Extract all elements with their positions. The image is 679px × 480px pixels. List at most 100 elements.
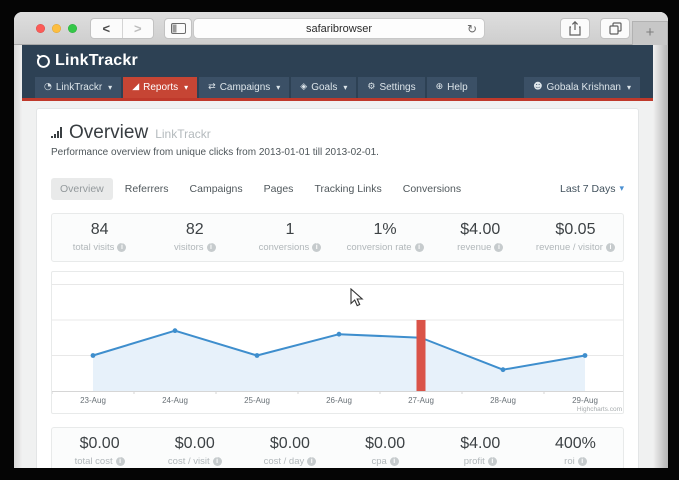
stat-label: cost / day <box>264 456 305 467</box>
nav-item-label: Settings <box>379 77 415 98</box>
stat-value: $0.00 <box>147 435 242 453</box>
info-icon[interactable]: i <box>606 243 615 252</box>
zoom-window-button[interactable] <box>68 24 77 33</box>
nav-item-campaigns[interactable]: ⇄Campaigns▾ <box>199 77 289 98</box>
svg-text:25-Aug: 25-Aug <box>244 396 270 405</box>
stat-value: $0.00 <box>52 435 147 453</box>
chevron-down-icon: ▾ <box>184 77 188 98</box>
stat-label: cpa <box>371 456 386 467</box>
stat-label: total visits <box>73 242 115 253</box>
tab-pages[interactable]: Pages <box>255 178 303 200</box>
address-bar[interactable]: safaribrowser ↻ <box>193 18 485 39</box>
visits-chart-svg: 23-Aug24-Aug25-Aug26-Aug27-Aug28-Aug29-A… <box>52 272 624 413</box>
show-tabs-button[interactable] <box>600 18 630 39</box>
stat-revenue: $4.00 revenuei <box>433 221 528 253</box>
share-button[interactable] <box>560 18 590 39</box>
svg-text:27-Aug: 27-Aug <box>408 396 434 405</box>
info-icon[interactable]: i <box>116 457 125 466</box>
tab-campaigns[interactable]: Campaigns <box>181 178 252 200</box>
help-icon: ⊕ <box>436 77 444 98</box>
chevron-down-icon: ▾ <box>619 184 624 194</box>
stat-conversions: 1conversionsi <box>242 221 337 253</box>
stat-revenue-visitor: $0.05revenue / visitori <box>528 221 623 253</box>
nav-item-linktrackr[interactable]: ◔LinkTrackr▾ <box>35 77 121 98</box>
info-icon[interactable]: i <box>578 457 587 466</box>
tab-referrers[interactable]: Referrers <box>116 178 178 200</box>
stat-label: cost / visit <box>168 456 210 467</box>
stat-value: $0.00 <box>242 435 337 453</box>
tab-tracking-links[interactable]: Tracking Links <box>305 178 390 200</box>
stat-value: 1 <box>242 221 337 239</box>
site-header: LinkTrackr <box>22 45 653 76</box>
sidebar-toggle-button[interactable] <box>164 18 192 39</box>
tab-conversions[interactable]: Conversions <box>394 178 470 200</box>
webpage: LinkTrackr ◔LinkTrackr▾◢Reports▾⇄Campaig… <box>22 45 653 468</box>
forward-button[interactable]: > <box>123 19 154 38</box>
stat-total-visits: 84 total visitsi <box>52 221 147 253</box>
minimize-window-button[interactable] <box>52 24 61 33</box>
reload-icon[interactable]: ↻ <box>467 19 477 39</box>
nav-item-settings[interactable]: ⚙Settings <box>358 77 424 98</box>
user-menu-gobala-krishnan[interactable]: ☻Gobala Krishnan ▾ <box>524 77 640 98</box>
nav-item-label: Campaigns <box>220 77 271 98</box>
info-icon[interactable]: i <box>213 457 222 466</box>
stat-value: 84 <box>52 221 147 239</box>
info-icon[interactable]: i <box>207 243 216 252</box>
goal-icon: ◈ <box>300 77 307 98</box>
info-icon[interactable]: i <box>494 243 503 252</box>
stat-total-cost: $0.00 total costi <box>52 435 147 467</box>
info-icon[interactable]: i <box>415 243 424 252</box>
date-range-selector[interactable]: Last 7 Days ▾ <box>560 183 624 195</box>
logo-text: LinkTrackr <box>55 52 138 70</box>
chevron-down-icon: ▾ <box>627 77 631 98</box>
linktrackr-logo-icon <box>35 53 51 69</box>
close-window-button[interactable] <box>36 24 45 33</box>
stat-roi: 400%roii <box>528 435 623 467</box>
stat-label: roi <box>564 456 575 467</box>
info-icon[interactable]: i <box>488 457 497 466</box>
svg-text:Highcharts.com: Highcharts.com <box>577 406 622 413</box>
stat-visitors: 82 visitorsi <box>147 221 242 253</box>
date-range-label: Last 7 Days <box>560 183 615 195</box>
window-edge <box>14 45 22 468</box>
stat-value: 82 <box>147 221 242 239</box>
stat-cpa: $0.00cpai <box>338 435 433 467</box>
stat-label: revenue <box>457 242 491 253</box>
stat-value: $4.00 <box>433 435 528 453</box>
page-title: Overview <box>69 122 148 144</box>
info-icon[interactable]: i <box>312 243 321 252</box>
info-icon[interactable]: i <box>390 457 399 466</box>
stat-conversion-rate: 1%conversion ratei <box>338 221 433 253</box>
nav-item-label: Gobala Krishnan <box>546 77 621 98</box>
back-button[interactable]: < <box>91 19 123 38</box>
content-card: Overview LinkTrackr Performance overview… <box>36 108 639 468</box>
user-icon: ☻ <box>533 77 542 98</box>
stat-label: conversion rate <box>347 242 412 253</box>
browser-window: < > safaribrowser ↻ + <box>14 12 668 468</box>
stats-panel-top: 84total visitsi82visitorsi1conversionsi1… <box>51 213 624 262</box>
overview-bars-icon <box>51 127 62 138</box>
nav-item-label: Reports <box>143 77 178 98</box>
browser-toolbar: < > safaribrowser ↻ + <box>14 12 668 45</box>
url-text: safaribrowser <box>194 19 484 38</box>
report-tabs: OverviewReferrersCampaignsPagesTracking … <box>51 178 624 200</box>
svg-text:23-Aug: 23-Aug <box>80 396 106 405</box>
globe-icon: ◔ <box>44 77 52 98</box>
svg-text:29-Aug: 29-Aug <box>572 396 598 405</box>
nav-item-help[interactable]: ⊕Help <box>427 77 477 98</box>
info-icon[interactable]: i <box>117 243 126 252</box>
nav-item-label: LinkTrackr <box>56 77 102 98</box>
linktrackr-logo[interactable]: LinkTrackr <box>35 52 138 70</box>
main-navbar: ◔LinkTrackr▾◢Reports▾⇄Campaigns▾◈Goals▾⚙… <box>22 76 653 101</box>
info-icon[interactable]: i <box>307 457 316 466</box>
new-tab-button[interactable]: + <box>632 21 668 45</box>
nav-item-reports[interactable]: ◢Reports▾ <box>123 77 197 98</box>
stat-label: profit <box>464 456 485 467</box>
scrollbar-track[interactable] <box>653 45 668 468</box>
stat-value: $4.00 <box>433 221 528 239</box>
stat-label: total cost <box>75 456 113 467</box>
tab-overview[interactable]: Overview <box>51 178 113 200</box>
stat-label: visitors <box>174 242 204 253</box>
nav-item-goals[interactable]: ◈Goals▾ <box>291 77 356 98</box>
stat-cost-day: $0.00 cost / dayi <box>242 435 337 467</box>
